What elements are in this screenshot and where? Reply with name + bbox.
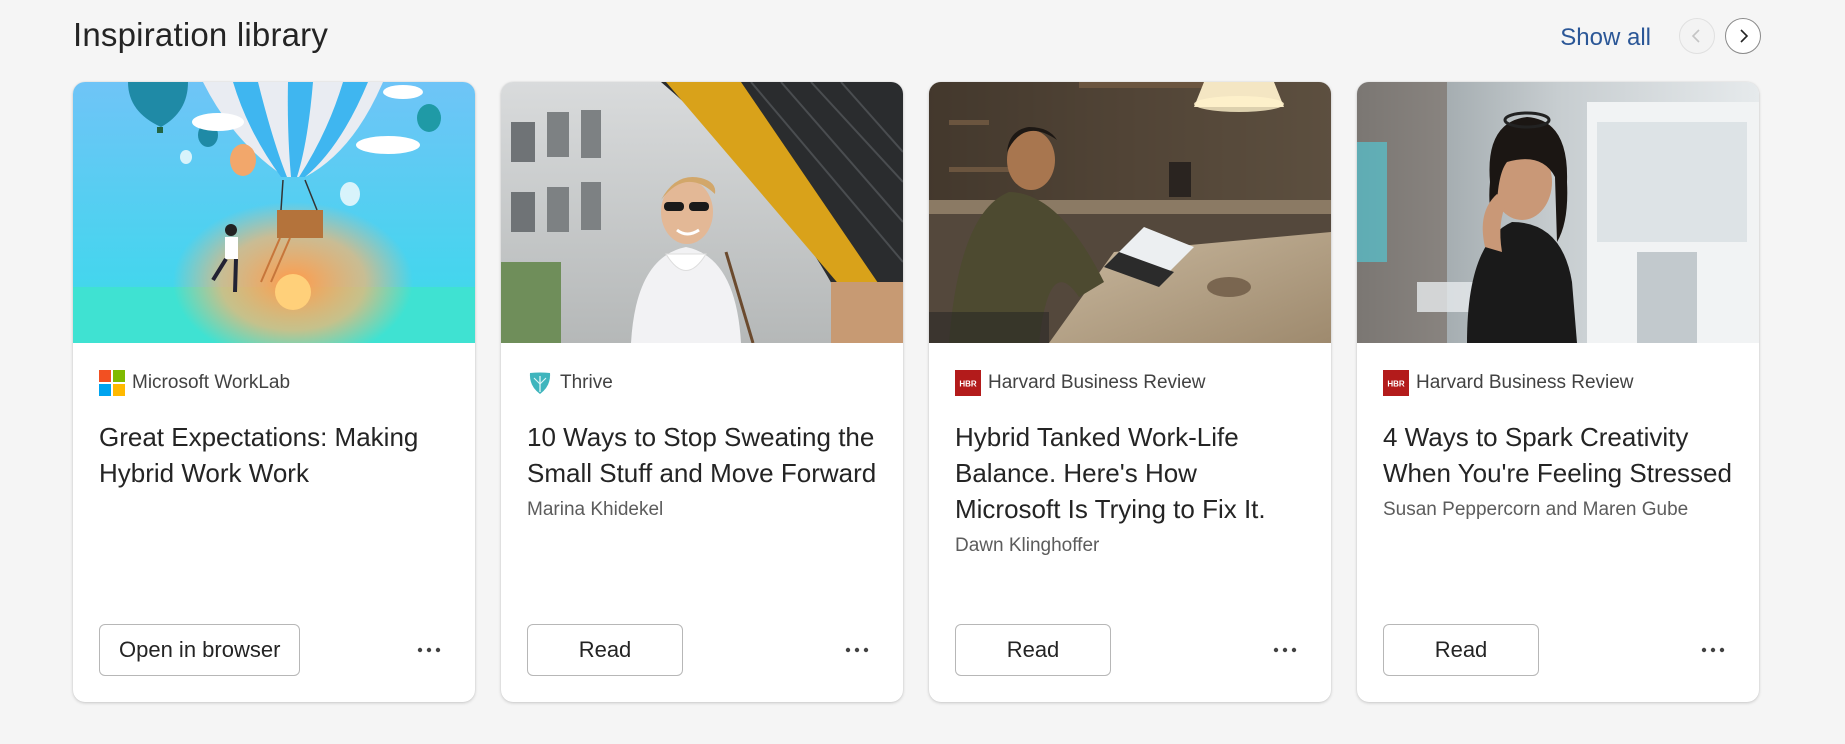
hot-air-balloon-illustration — [73, 82, 475, 343]
svg-text:HBR: HBR — [959, 380, 977, 389]
woman-smiling-street-photo — [501, 82, 903, 343]
svg-text:HBR: HBR — [1387, 380, 1405, 389]
source-name: Thrive — [560, 372, 613, 393]
source-name: Harvard Business Review — [988, 372, 1206, 393]
source-name: Harvard Business Review — [1416, 372, 1634, 393]
card-footer: Open in browser — [99, 624, 449, 676]
next-button[interactable] — [1725, 18, 1761, 54]
article-title[interactable]: 4 Ways to Spark Creativity When You're F… — [1383, 419, 1733, 491]
more-options-button[interactable] — [843, 640, 871, 660]
article-card[interactable]: HBR Harvard Business Review 4 Ways to Sp… — [1357, 82, 1759, 702]
card-carousel: Microsoft WorkLab Great Expectations: Ma… — [73, 82, 1759, 702]
section-title: Inspiration library — [73, 16, 329, 53]
ellipsis-icon — [845, 647, 869, 653]
article-source: Thrive — [527, 369, 877, 397]
hbr-logo-icon: HBR — [955, 370, 981, 396]
article-author: Susan Peppercorn and Maren Gube — [1383, 499, 1689, 520]
read-button[interactable]: Read — [527, 624, 683, 676]
article-card[interactable]: Microsoft WorkLab Great Expectations: Ma… — [73, 82, 475, 702]
open-in-browser-button[interactable]: Open in browser — [99, 624, 301, 676]
more-options-button[interactable] — [415, 640, 443, 660]
read-button[interactable]: Read — [955, 624, 1111, 676]
microsoft-logo-icon — [99, 370, 125, 396]
card-footer: Read — [955, 624, 1305, 676]
chevron-left-icon — [1691, 29, 1700, 43]
woman-thinking-office-photo — [1357, 82, 1759, 343]
thrive-leaf-icon — [529, 372, 551, 394]
article-card[interactable]: Thrive 10 Ways to Stop Sweating the Smal… — [501, 82, 903, 702]
chevron-right-icon — [1740, 29, 1749, 43]
hbr-logo-icon: HBR — [1383, 370, 1409, 396]
ellipsis-icon — [417, 647, 441, 653]
card-footer: Read — [1383, 624, 1733, 676]
article-source: Microsoft WorkLab — [99, 369, 449, 397]
read-button[interactable]: Read — [1383, 624, 1539, 676]
source-name: Microsoft WorkLab — [132, 372, 291, 393]
article-title[interactable]: Great Expectations: Making Hybrid Work W… — [99, 419, 449, 491]
more-options-button[interactable] — [1699, 640, 1727, 660]
card-footer: Read — [527, 624, 877, 676]
previous-button[interactable] — [1679, 18, 1715, 54]
ellipsis-icon — [1701, 647, 1725, 653]
article-card[interactable]: HBR Harvard Business Review Hybrid Tanke… — [929, 82, 1331, 702]
more-options-button[interactable] — [1271, 640, 1299, 660]
article-author: Dawn Klinghoffer — [955, 535, 1100, 556]
article-source: HBR Harvard Business Review — [1383, 369, 1733, 397]
show-all-link[interactable]: Show all — [1560, 24, 1651, 52]
man-working-laptop-kitchen-photo — [929, 82, 1331, 343]
inspiration-library-header: Inspiration library Show all — [73, 14, 1761, 64]
article-title[interactable]: 10 Ways to Stop Sweating the Small Stuff… — [527, 419, 877, 491]
article-source: HBR Harvard Business Review — [955, 369, 1305, 397]
ellipsis-icon — [1273, 647, 1297, 653]
article-title[interactable]: Hybrid Tanked Work-Life Balance. Here's … — [955, 419, 1305, 527]
article-author: Marina Khidekel — [527, 499, 664, 520]
